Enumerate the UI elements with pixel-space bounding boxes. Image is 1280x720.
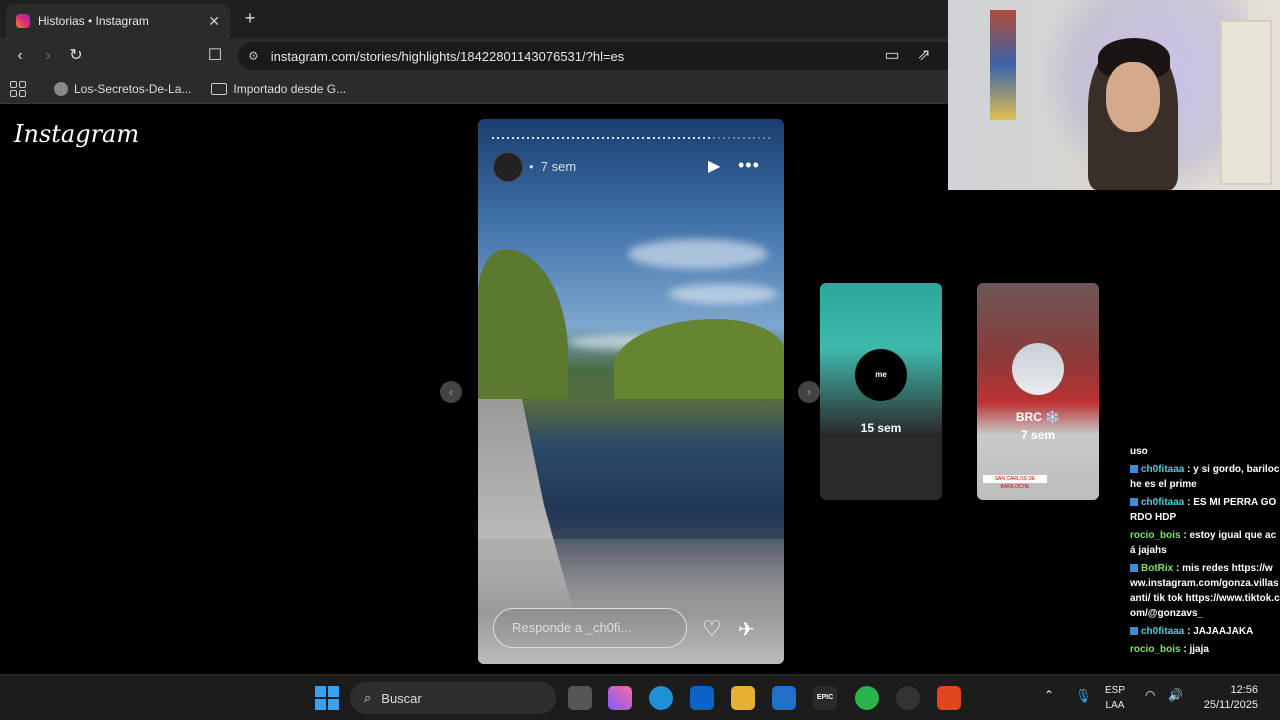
wifi-icon[interactable]: ◠ bbox=[1145, 688, 1155, 702]
globe-icon bbox=[54, 81, 68, 96]
previous-story-button[interactable]: ‹ bbox=[440, 381, 462, 403]
chat-message: rocio_bois : jjaja bbox=[1130, 644, 1209, 655]
epic-games-icon[interactable]: EPIC bbox=[813, 686, 837, 710]
send-direct-icon[interactable]: ✈ bbox=[738, 617, 755, 642]
new-tab-button[interactable]: + bbox=[240, 8, 260, 28]
tab-historias[interactable]: Historias • Instagram ✕ bbox=[6, 4, 230, 38]
story-preview-card[interactable]: me 15 sem bbox=[820, 283, 942, 500]
microphone-icon[interactable]: 🎙 bbox=[1075, 688, 1092, 704]
cast-icon[interactable]: ▭ bbox=[880, 44, 904, 68]
input-language[interactable]: ESP LAA bbox=[1105, 683, 1125, 713]
chevron-up-icon[interactable]: ⌃ bbox=[1044, 688, 1054, 702]
taskbar-search[interactable]: ⌕ Buscar bbox=[350, 682, 556, 714]
instagram-logo[interactable]: Instagram bbox=[14, 120, 139, 148]
folder-icon bbox=[211, 82, 228, 95]
chat-message: BotRix : mis redes https://www.instagram… bbox=[1130, 563, 1280, 619]
forward-button[interactable]: › bbox=[36, 44, 60, 68]
bookmark-label: Los-Secretos-De-La... bbox=[74, 81, 192, 96]
site-settings-icon[interactable]: ⚙ bbox=[248, 49, 259, 63]
windows-start-icon[interactable] bbox=[315, 686, 339, 710]
webcam-overlay bbox=[948, 0, 1280, 190]
like-heart-icon[interactable]: ♡ bbox=[702, 616, 722, 642]
chat-message: ch0fitaaa : JAJAAJAKA bbox=[1130, 624, 1280, 639]
language-label: ESP bbox=[1105, 685, 1126, 696]
bookmark-label: Importado desde G... bbox=[233, 81, 347, 96]
whatsapp-icon[interactable] bbox=[855, 686, 879, 710]
layout-label: LAA bbox=[1105, 700, 1125, 711]
copilot-icon[interactable] bbox=[608, 686, 632, 710]
close-tab-icon[interactable]: ✕ bbox=[208, 13, 220, 30]
stream-chat: uso ch0fitaaa : y si gordo, bariloche es… bbox=[1130, 444, 1280, 672]
bookmark-item[interactable]: Los-Secretos-De-La... bbox=[54, 81, 192, 96]
edge-icon[interactable] bbox=[649, 686, 673, 710]
system-clock[interactable]: 12:56 25/11/2025 bbox=[1190, 683, 1258, 713]
file-explorer-icon[interactable] bbox=[731, 686, 755, 710]
volume-icon[interactable]: 🔊 bbox=[1168, 688, 1183, 702]
chat-message: rocio_bois : estoy igual que acá jajahs bbox=[1130, 530, 1277, 556]
card-avatar: me bbox=[855, 349, 907, 401]
location-sticker: SAN CARLOS DE BARILOCHE bbox=[983, 475, 1047, 490]
brave-browser-icon[interactable] bbox=[937, 686, 961, 710]
url-text: instagram.com/stories/highlights/1842280… bbox=[270, 48, 625, 64]
card-time: 7 sem bbox=[1020, 428, 1056, 442]
story-time-text: 7 sem bbox=[540, 159, 577, 174]
story-preview-card[interactable]: BRC ❄️ 7 sem SAN CARLOS DE BARILOCHE bbox=[977, 283, 1099, 500]
next-story-button[interactable]: › bbox=[798, 381, 820, 403]
story-author-avatar[interactable] bbox=[493, 152, 523, 182]
card-name: BRC ❄️ bbox=[1015, 410, 1061, 424]
address-bar[interactable]: ⚙ instagram.com/stories/highlights/18422… bbox=[238, 42, 948, 70]
search-icon: ⌕ bbox=[364, 690, 372, 705]
story-timestamp: • 7 sem bbox=[529, 159, 576, 174]
share-icon[interactable]: ⇗ bbox=[912, 44, 936, 68]
bookmark-folder[interactable]: Importado desde G... bbox=[211, 82, 346, 96]
obs-icon[interactable] bbox=[896, 686, 920, 710]
chat-message: ch0fitaaa : ES MI PERRA GORDO HDP bbox=[1130, 497, 1277, 523]
clock-time: 12:56 bbox=[1230, 684, 1258, 696]
reload-button[interactable]: ↻ bbox=[64, 44, 88, 68]
story-progress-bar bbox=[492, 137, 770, 139]
bookmarks-bar: Los-Secretos-De-La... Importado desde G.… bbox=[0, 74, 948, 104]
card-time: 15 sem bbox=[860, 421, 902, 435]
clock-date: 25/11/2025 bbox=[1203, 699, 1258, 711]
story-viewer[interactable]: • 7 sem ▶ ••• Responde a _ch0fi... ♡ ✈ bbox=[478, 119, 784, 664]
back-button[interactable]: ‹ bbox=[8, 44, 32, 68]
play-icon[interactable]: ▶ bbox=[708, 156, 724, 176]
chat-message: ch0fitaaa : y si gordo, bariloche es el … bbox=[1130, 464, 1280, 490]
more-options-icon[interactable]: ••• bbox=[738, 155, 760, 176]
apps-grid-icon[interactable] bbox=[10, 80, 26, 97]
instagram-favicon-icon bbox=[16, 14, 30, 28]
reply-input[interactable]: Responde a _ch0fi... bbox=[493, 608, 687, 648]
outlook-icon[interactable] bbox=[690, 686, 714, 710]
bookmark-icon[interactable]: ☐ bbox=[203, 44, 227, 68]
chat-message: uso bbox=[1130, 446, 1148, 457]
card-avatar bbox=[1012, 343, 1064, 395]
search-label: Buscar bbox=[381, 690, 422, 706]
task-view-icon[interactable] bbox=[568, 686, 592, 710]
separator-dot: • bbox=[529, 159, 534, 174]
store-icon[interactable] bbox=[772, 686, 796, 710]
tab-title: Historias • Instagram bbox=[38, 14, 149, 28]
